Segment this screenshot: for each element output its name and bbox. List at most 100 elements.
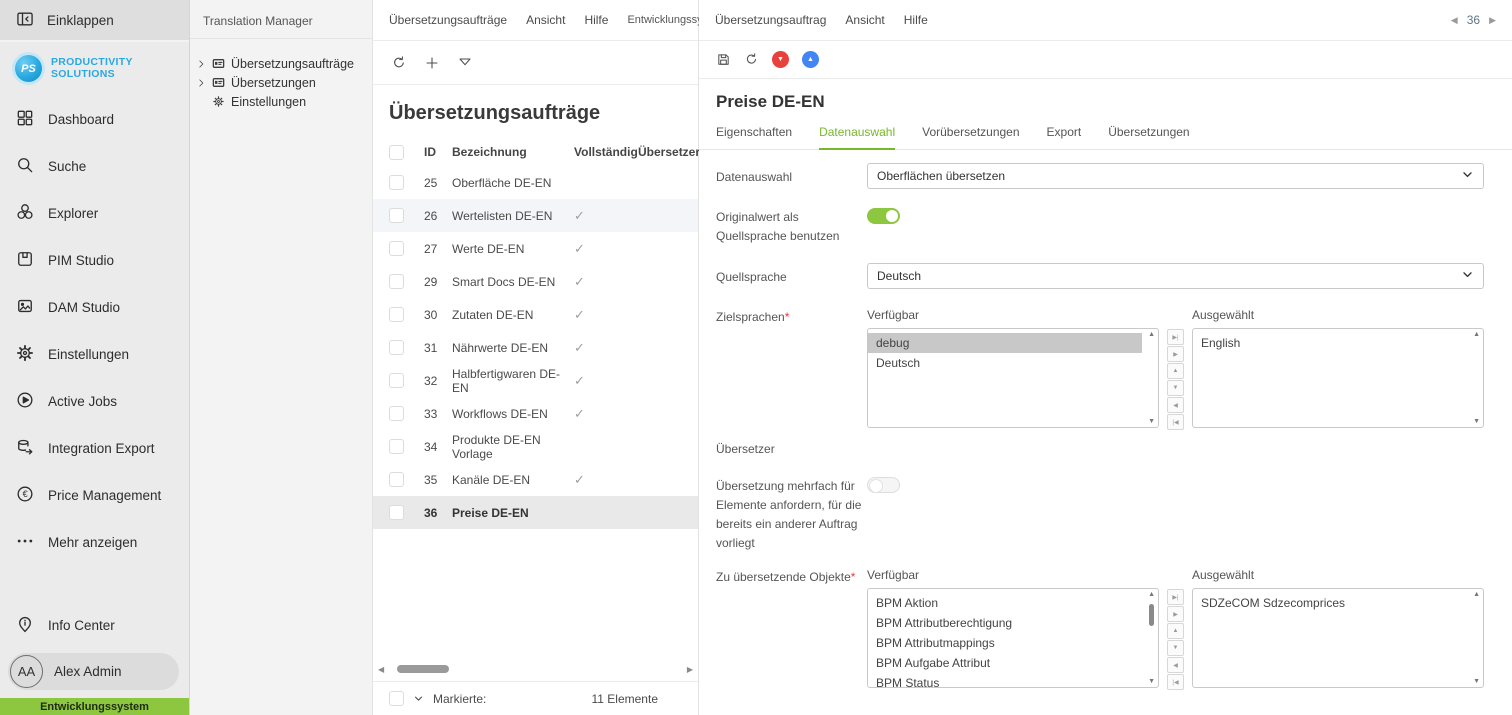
table-row[interactable]: 35Kanäle DE-EN✓ — [373, 463, 698, 496]
list-option[interactable]: Deutsch — [868, 353, 1142, 373]
table-row[interactable]: 26Wertelisten DE-EN✓ — [373, 199, 698, 232]
move-down-button[interactable]: ▼ — [1167, 640, 1184, 656]
filter-button[interactable] — [457, 55, 473, 71]
export-down-button[interactable]: ▼ — [772, 51, 789, 68]
list-option[interactable]: debug — [868, 333, 1142, 353]
scroll-down-icon[interactable]: ▼ — [1473, 678, 1480, 685]
tab-bersetzungen[interactable]: Übersetzungen — [1108, 125, 1189, 149]
list-option[interactable]: BPM Aktion — [868, 593, 1142, 613]
sidebar-item-dashboard[interactable]: Dashboard — [0, 96, 189, 143]
move-left-button[interactable]: ◀ — [1167, 657, 1184, 673]
table-row[interactable]: 29Smart Docs DE-EN✓ — [373, 265, 698, 298]
row-checkbox[interactable] — [389, 175, 404, 190]
table-row[interactable]: 33Workflows DE-EN✓ — [373, 397, 698, 430]
sidebar-item-suche[interactable]: Suche — [0, 143, 189, 190]
table-row[interactable]: 31Nährwerte DE-EN✓ — [373, 331, 698, 364]
sidebar-item-dam-studio[interactable]: DAM Studio — [0, 284, 189, 331]
datenauswahl-select[interactable]: Oberflächen übersetzen — [867, 163, 1484, 189]
scroll-up-icon[interactable]: ▲ — [1473, 331, 1480, 338]
list-option[interactable]: BPM Status — [868, 673, 1142, 688]
list-option[interactable]: BPM Aufgabe Attribut — [868, 653, 1142, 673]
move-all-left-button[interactable]: |◀ — [1167, 674, 1184, 690]
scroll-up-icon[interactable]: ▲ — [1473, 591, 1480, 598]
menu-hilfe[interactable]: Hilfe — [584, 13, 608, 27]
tab-datenauswahl[interactable]: Datenauswahl — [819, 125, 895, 150]
row-checkbox[interactable] — [389, 241, 404, 256]
sidebar-item-mehr-anzeigen[interactable]: Mehr anzeigen — [0, 519, 189, 566]
chevron-right-icon[interactable] — [196, 78, 206, 88]
row-checkbox[interactable] — [389, 472, 404, 487]
row-checkbox[interactable] — [389, 307, 404, 322]
sidebar-item-active-jobs[interactable]: Active Jobs — [0, 378, 189, 425]
row-checkbox[interactable] — [389, 208, 404, 223]
tab-vor-bersetzungen[interactable]: Vorübersetzungen — [922, 125, 1019, 149]
sidebar-item-explorer[interactable]: Explorer — [0, 190, 189, 237]
mehrfach-toggle[interactable] — [867, 477, 900, 493]
move-up-button[interactable]: ▲ — [1167, 363, 1184, 379]
horizontal-scrollbar[interactable]: ◀ ▶ — [376, 661, 695, 677]
next-record-icon[interactable]: ▶ — [1489, 15, 1496, 26]
sidebar-item-integration-export[interactable]: Integration Export — [0, 425, 189, 472]
row-checkbox[interactable] — [389, 505, 404, 520]
move-all-left-button[interactable]: |◀ — [1167, 414, 1184, 430]
scroll-down-icon[interactable]: ▼ — [1148, 418, 1155, 425]
sidebar-item-einstellungen[interactable]: Einstellungen — [0, 331, 189, 378]
tab-eigenschaften[interactable]: Eigenschaften — [716, 125, 792, 149]
menu-ansicht[interactable]: Ansicht — [845, 13, 884, 27]
table-row[interactable]: 30Zutaten DE-EN✓ — [373, 298, 698, 331]
menu-hilfe[interactable]: Hilfe — [904, 13, 928, 27]
scroll-right-icon[interactable]: ▶ — [685, 665, 695, 674]
move-all-right-button[interactable]: ▶| — [1167, 329, 1184, 345]
tree-item-bersetzungen[interactable]: Übersetzungen — [196, 73, 366, 92]
row-checkbox[interactable] — [389, 340, 404, 355]
list-option[interactable]: BPM Attributberechtigung — [868, 613, 1142, 633]
save-button[interactable] — [716, 52, 731, 67]
list-option[interactable]: English — [1193, 333, 1467, 353]
scrollbar-thumb[interactable] — [1149, 604, 1154, 626]
user-menu[interactable]: AA Alex Admin — [8, 653, 179, 690]
reload-button[interactable] — [744, 52, 759, 67]
import-up-button[interactable]: ▲ — [802, 51, 819, 68]
scroll-up-icon[interactable]: ▲ — [1148, 591, 1155, 598]
tree-item-bersetzungsauftr-ge[interactable]: Übersetzungsaufträge — [196, 54, 366, 73]
tree-item-einstellungen[interactable]: Einstellungen — [196, 92, 366, 111]
menu-bersetzungsauftrag[interactable]: Übersetzungsauftrag — [715, 13, 826, 27]
marked-checkbox[interactable] — [389, 691, 404, 706]
table-row[interactable]: 36Preise DE-EN — [373, 496, 698, 529]
previous-record-icon[interactable]: ◀ — [1451, 15, 1458, 26]
quellsprache-select[interactable]: Deutsch — [867, 263, 1484, 289]
move-down-button[interactable]: ▼ — [1167, 380, 1184, 396]
scroll-down-icon[interactable]: ▼ — [1148, 678, 1155, 685]
sidebar-item-info-center[interactable]: Info Center — [0, 602, 189, 649]
scrollbar-thumb[interactable] — [397, 665, 449, 673]
move-right-button[interactable]: ▶ — [1167, 606, 1184, 622]
select-all-checkbox[interactable] — [389, 145, 404, 160]
list-option[interactable]: SDZeCOM Sdzecomprices — [1193, 593, 1467, 613]
table-row[interactable]: 32Halbfertigwaren DE-EN✓ — [373, 364, 698, 397]
row-checkbox[interactable] — [389, 439, 404, 454]
chevron-down-icon[interactable] — [413, 693, 424, 704]
refresh-button[interactable] — [391, 55, 407, 71]
scroll-down-icon[interactable]: ▼ — [1473, 418, 1480, 425]
chevron-right-icon[interactable] — [196, 59, 206, 69]
scroll-left-icon[interactable]: ◀ — [376, 665, 386, 674]
menu-bersetzungsauftr-ge[interactable]: Übersetzungsaufträge — [389, 13, 507, 27]
collapse-sidebar-button[interactable]: Einklappen — [0, 0, 189, 42]
add-button[interactable] — [424, 55, 440, 71]
tab-export[interactable]: Export — [1047, 125, 1082, 149]
sidebar-item-price-management[interactable]: €Price Management — [0, 472, 189, 519]
table-row[interactable]: 27Werte DE-EN✓ — [373, 232, 698, 265]
originalwert-toggle[interactable] — [867, 208, 900, 224]
move-up-button[interactable]: ▲ — [1167, 623, 1184, 639]
move-all-right-button[interactable]: ▶| — [1167, 589, 1184, 605]
list-option[interactable]: BPM Attributmappings — [868, 633, 1142, 653]
row-checkbox[interactable] — [389, 406, 404, 421]
row-checkbox[interactable] — [389, 373, 404, 388]
scroll-up-icon[interactable]: ▲ — [1148, 331, 1155, 338]
table-row[interactable]: 34Produkte DE-EN Vorlage — [373, 430, 698, 463]
menu-ansicht[interactable]: Ansicht — [526, 13, 565, 27]
move-right-button[interactable]: ▶ — [1167, 346, 1184, 362]
move-left-button[interactable]: ◀ — [1167, 397, 1184, 413]
table-row[interactable]: 25Oberfläche DE-EN — [373, 166, 698, 199]
sidebar-item-pim-studio[interactable]: PIM Studio — [0, 237, 189, 284]
